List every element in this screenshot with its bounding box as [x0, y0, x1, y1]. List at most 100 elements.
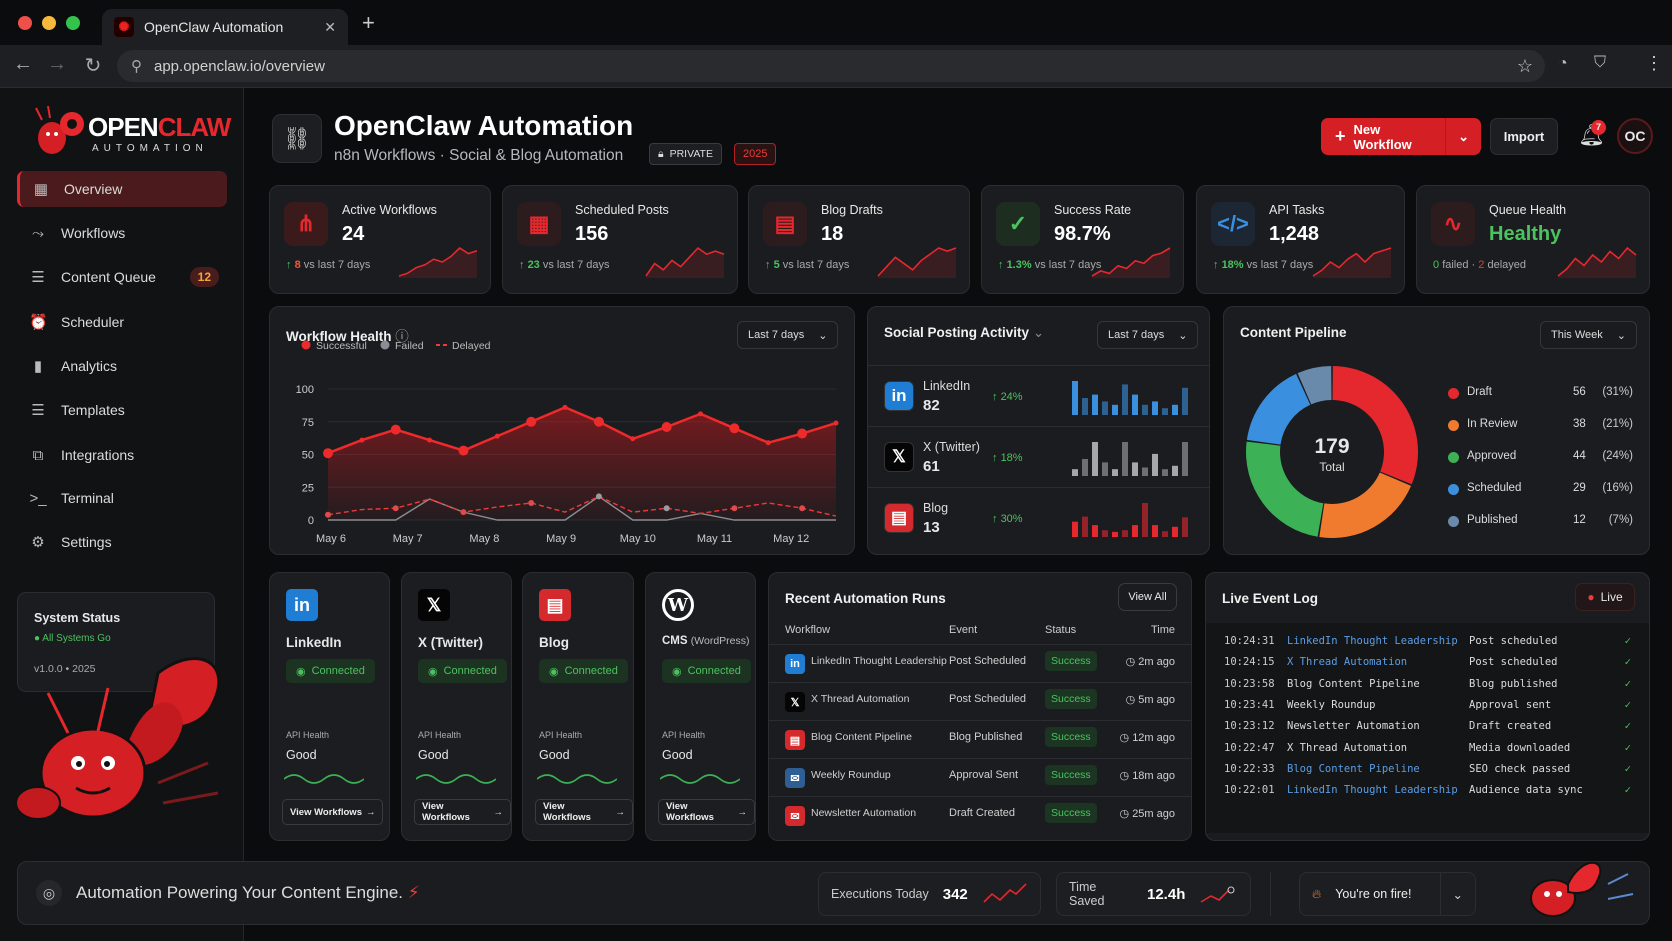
close-window-button[interactable]: [18, 16, 32, 30]
shield-extension-icon[interactable]: ⛉: [1594, 54, 1606, 72]
delayed-point[interactable]: [596, 493, 602, 499]
social-bar: [1172, 466, 1178, 476]
social-range-dropdown[interactable]: Last 7 days⌄: [1097, 321, 1198, 349]
sidebar-item-settings[interactable]: ⚙Settings: [17, 524, 227, 560]
table-row[interactable]: ✉Newsletter AutomationDraft CreatedSucce…: [769, 796, 1191, 834]
status-badge: Success: [1045, 727, 1097, 747]
column-header-time: Time: [1151, 624, 1175, 636]
successful-point[interactable]: [797, 429, 807, 439]
sidebar-item-analytics[interactable]: ▮Analytics: [17, 348, 227, 384]
legend-item-in-review[interactable]: In Review38(21%): [1448, 418, 1633, 436]
donut-slice-in-review[interactable]: [1319, 472, 1411, 538]
alarm-clock-icon: ⏰: [29, 313, 47, 331]
on-fire-dropdown[interactable]: 🔥︎You're on fire!⌄: [1299, 872, 1476, 916]
successful-point[interactable]: [526, 417, 536, 427]
sidebar-item-content-queue[interactable]: ☰Content Queue12: [17, 259, 227, 295]
delayed-point[interactable]: [325, 512, 331, 518]
successful-point[interactable]: [323, 448, 333, 458]
site-info-icon[interactable]: ⚲: [131, 57, 142, 75]
log-workflow[interactable]: Blog Content Pipeline: [1287, 763, 1420, 775]
view-workflows-button[interactable]: View Workflows→: [535, 799, 633, 825]
log-time: 10:23:58: [1224, 678, 1275, 690]
sidebar-item-scheduler[interactable]: ⏰Scheduler: [17, 304, 227, 340]
social-bar: [1122, 530, 1128, 537]
fire-label: You're on fire!: [1335, 887, 1411, 901]
view-workflows-button[interactable]: View Workflows→: [282, 799, 383, 825]
delayed-point[interactable]: [799, 505, 805, 511]
clock-icon: ◷: [1120, 808, 1133, 820]
table-row[interactable]: ▤Blog Content PipelineBlog PublishedSucc…: [769, 720, 1191, 758]
chevron-down-icon[interactable]: ⌄: [1033, 325, 1044, 340]
legend-label: Approved: [1467, 450, 1516, 462]
sidebar-item-terminal[interactable]: >_Terminal: [17, 480, 227, 516]
reload-icon[interactable]: ↻: [80, 53, 106, 78]
successful-point[interactable]: [594, 417, 604, 427]
successful-point[interactable]: [427, 438, 432, 443]
successful-point[interactable]: [729, 423, 739, 433]
new-tab-button[interactable]: +: [362, 10, 375, 36]
close-tab-icon[interactable]: ✕: [324, 19, 336, 36]
successful-point[interactable]: [766, 440, 771, 445]
legend-item-approved[interactable]: Approved44(24%): [1448, 450, 1633, 468]
back-arrow-icon[interactable]: ←: [10, 53, 36, 76]
openclaw-logo[interactable]: OPENCLAW AUTOMATION: [26, 106, 216, 156]
footer-tagline: Automation Powering Your Content Engine.…: [76, 883, 420, 903]
log-workflow[interactable]: X Thread Automation: [1287, 656, 1407, 668]
sidebar-item-label: Integrations: [61, 447, 134, 463]
legend-failed-swatch: [381, 341, 390, 350]
successful-point[interactable]: [495, 434, 500, 439]
table-row[interactable]: ✉Weekly RoundupApproval SentSuccess◷ 18m…: [769, 758, 1191, 796]
log-event: Approval sent: [1469, 699, 1551, 711]
sidebar-item-overview[interactable]: ▦Overview: [17, 171, 227, 207]
delayed-point[interactable]: [393, 505, 399, 511]
social-bar: [1182, 517, 1188, 537]
successful-point[interactable]: [834, 421, 839, 426]
chevron-down-icon[interactable]: ⌄: [1445, 118, 1481, 155]
delayed-point[interactable]: [731, 505, 737, 511]
browser-tab[interactable]: ✺ OpenClaw Automation ✕: [102, 9, 348, 45]
successful-point[interactable]: [391, 425, 401, 435]
log-workflow[interactable]: LinkedIn Thought Leadership: [1287, 784, 1458, 796]
sidebar-item-integrations[interactable]: ⧉Integrations: [17, 437, 227, 473]
table-row[interactable]: inLinkedIn Thought LeadershipPost Schedu…: [769, 644, 1191, 682]
url-field[interactable]: ⚲ app.openclaw.io/overview ☆: [117, 50, 1545, 82]
view-all-button[interactable]: View All: [1118, 583, 1177, 611]
social-row-linkedin[interactable]: inLinkedIn82↑ 24%: [868, 367, 1209, 427]
view-workflows-button[interactable]: View Workflows→: [658, 799, 755, 825]
browser-menu-icon[interactable]: ⋮: [1645, 53, 1663, 74]
donut-slice-scheduled[interactable]: [1247, 374, 1310, 445]
import-button[interactable]: Import: [1490, 118, 1558, 155]
live-toggle-button[interactable]: ●Live: [1575, 583, 1635, 611]
legend-item-scheduled[interactable]: Scheduled29(16%): [1448, 482, 1633, 500]
sidebar-item-templates[interactable]: ☰Templates: [17, 392, 227, 428]
delayed-point[interactable]: [460, 509, 466, 515]
successful-point[interactable]: [698, 411, 703, 416]
log-event: Post scheduled: [1469, 656, 1558, 668]
social-bar: [1082, 517, 1088, 537]
delayed-point[interactable]: [528, 500, 534, 506]
successful-point[interactable]: [458, 446, 468, 456]
new-workflow-button[interactable]: +New Workflow ⌄: [1321, 118, 1481, 155]
sidebar-item-workflows[interactable]: ⤳Workflows: [17, 215, 227, 251]
legend-item-draft[interactable]: Draft56(31%): [1448, 386, 1633, 404]
view-workflows-button[interactable]: View Workflows→: [414, 799, 511, 825]
social-row-x[interactable]: 𝕏X (Twitter)61↑ 18%: [868, 428, 1209, 488]
bookmark-star-icon[interactable]: ☆: [1517, 56, 1533, 77]
minimize-window-button[interactable]: [42, 16, 56, 30]
delayed-point[interactable]: [664, 505, 670, 511]
table-row[interactable]: 𝕏X Thread AutomationPost ScheduledSucces…: [769, 682, 1191, 720]
forward-arrow-icon[interactable]: →: [44, 53, 70, 76]
successful-point[interactable]: [662, 422, 672, 432]
extension-icon[interactable]: ◔: [1558, 55, 1568, 73]
pipeline-range-dropdown[interactable]: This Week⌄: [1540, 321, 1637, 349]
successful-point[interactable]: [563, 405, 568, 410]
integration-name-sub: (WordPress): [691, 635, 750, 647]
log-workflow[interactable]: LinkedIn Thought Leadership: [1287, 635, 1458, 647]
successful-point[interactable]: [359, 438, 364, 443]
social-row-blog[interactable]: ▤Blog13↑ 30%: [868, 489, 1209, 549]
connected-status-badge: ◉Connected: [662, 659, 751, 683]
maximize-window-button[interactable]: [66, 16, 80, 30]
legend-item-published[interactable]: Published12(7%): [1448, 514, 1633, 532]
user-avatar[interactable]: OC: [1617, 118, 1653, 154]
successful-point[interactable]: [630, 436, 635, 441]
